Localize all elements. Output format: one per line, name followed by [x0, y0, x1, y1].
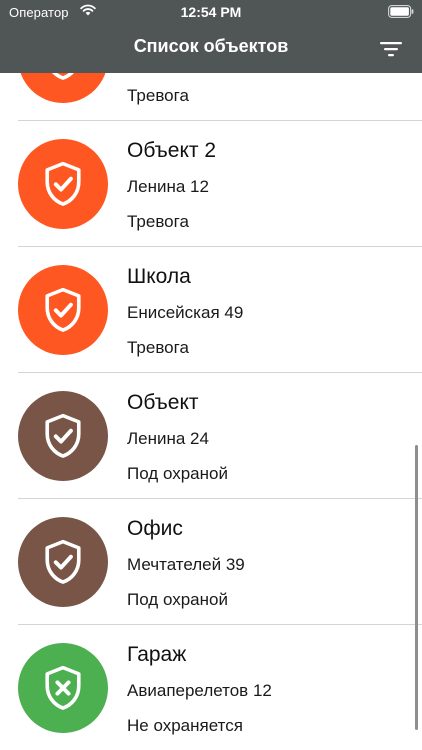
page-title: Список объектов [133, 36, 289, 56]
avatar [18, 517, 108, 607]
item-status: Под охраной [127, 464, 228, 483]
shield-x-icon [45, 665, 81, 710]
list-item-office[interactable]: Офис Мечтателей 39 Под охраной [0, 499, 422, 625]
item-status: Под охраной [127, 590, 228, 609]
shield-check-icon [45, 287, 81, 332]
list-item-garage[interactable]: Гараж Авиаперелетов 12 Не охраняется [0, 625, 422, 750]
status-time: 12:54 PM [180, 4, 242, 20]
item-status: Не охраняется [127, 716, 243, 735]
objects-list[interactable]: Тревога Объект 2 Ленина 12 Тревога Школа… [0, 0, 422, 750]
list-item-object[interactable]: Объект Ленина 24 Под охраной [0, 373, 422, 499]
item-name: Гараж [127, 643, 187, 666]
item-name: Школа [127, 265, 191, 288]
nav-bar: Список объектов [0, 26, 422, 73]
item-address: Авиаперелетов 12 [127, 681, 272, 700]
shield-check-icon [45, 413, 81, 458]
header: Оператор 12:54 PM Список объектов [0, 0, 422, 73]
avatar [18, 265, 108, 355]
avatar [18, 139, 108, 229]
item-status: Тревога [127, 338, 189, 357]
item-address: Мечтателей 39 [127, 555, 245, 574]
item-name: Объект 2 [127, 139, 217, 162]
scrollbar[interactable] [415, 445, 418, 730]
shield-check-icon [45, 161, 81, 206]
item-name: Офис [127, 517, 183, 540]
shield-check-icon [45, 539, 81, 584]
filter-button[interactable] [374, 34, 408, 64]
status-bar: Оператор 12:54 PM [0, 0, 422, 26]
item-address: Енисейская 49 [127, 303, 244, 322]
item-address: Ленина 12 [127, 177, 209, 196]
battery-icon [388, 5, 414, 18]
list-item-school[interactable]: Школа Енисейская 49 Тревога [0, 247, 422, 373]
list-item-object-2[interactable]: Объект 2 Ленина 12 Тревога [0, 121, 422, 247]
item-address: Ленина 24 [127, 429, 209, 448]
filter-icon [380, 42, 402, 57]
item-name: Объект [127, 391, 199, 414]
item-status: Тревога [127, 86, 189, 105]
item-status: Тревога [127, 212, 189, 231]
app-screen: Тревога Объект 2 Ленина 12 Тревога Школа… [0, 0, 422, 750]
avatar [18, 643, 108, 733]
avatar [18, 391, 108, 481]
